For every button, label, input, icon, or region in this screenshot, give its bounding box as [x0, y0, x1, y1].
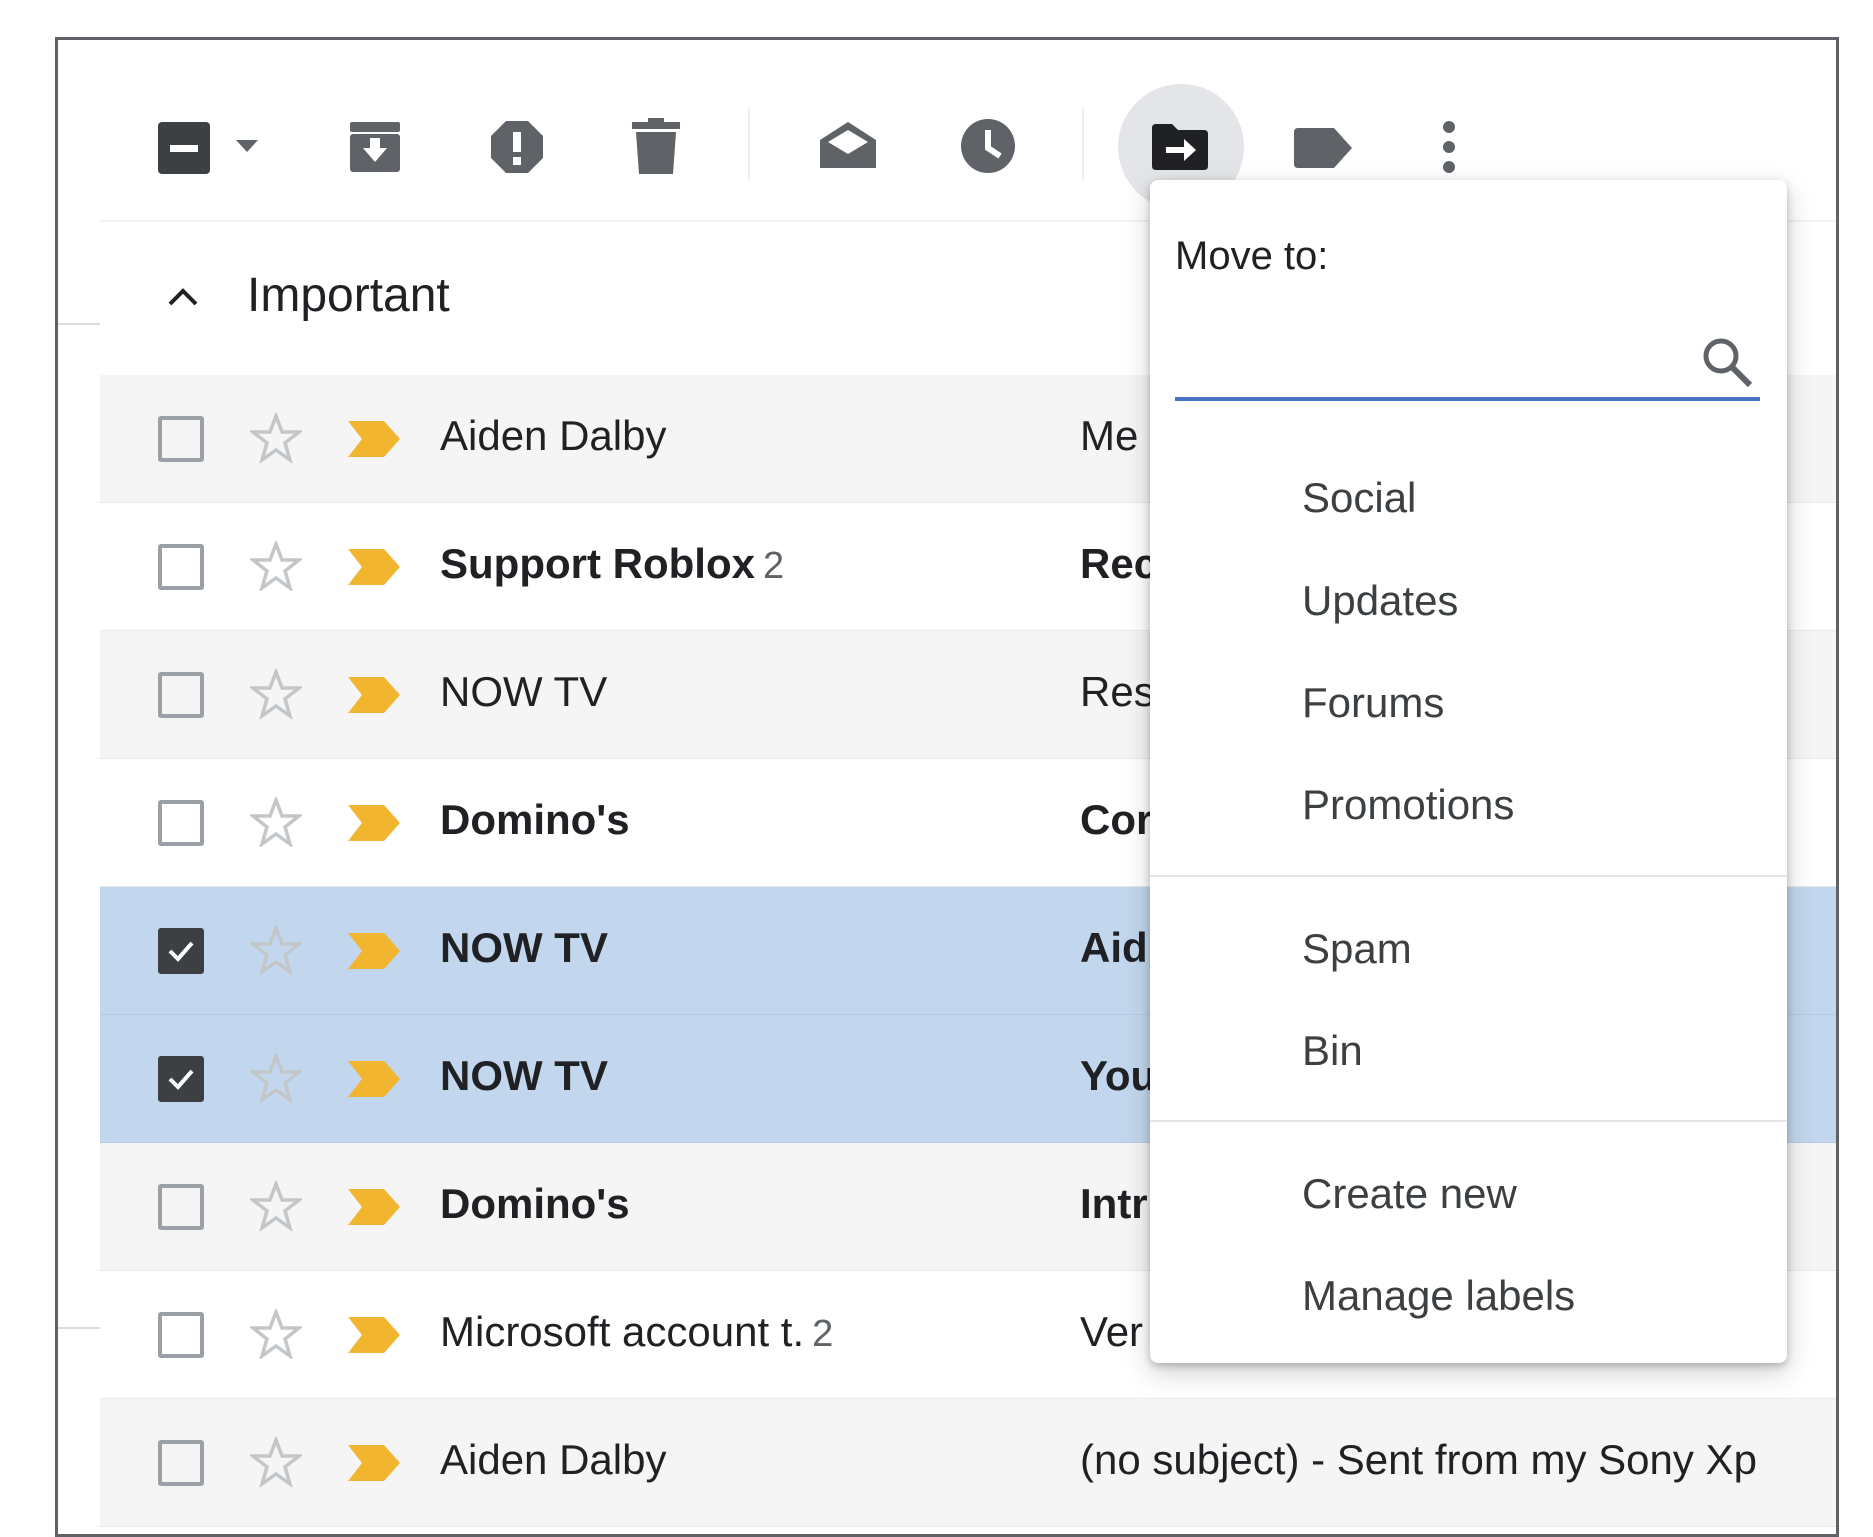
- row-checkbox[interactable]: [158, 1440, 204, 1486]
- star-icon[interactable]: [247, 539, 305, 596]
- menu-item-social[interactable]: Social: [1150, 452, 1787, 548]
- row-checkbox[interactable]: [158, 1184, 204, 1230]
- section-title: Important: [247, 269, 450, 322]
- delete-icon[interactable]: [632, 118, 680, 174]
- toolbar-divider: [1082, 108, 1084, 180]
- menu-divider: [1150, 875, 1787, 877]
- divider: [58, 1327, 100, 1329]
- email-subject: Intr: [1080, 1180, 1148, 1227]
- email-sender: Domino's: [440, 1180, 630, 1228]
- email-sender: NOW TV: [440, 924, 608, 972]
- move-to-icon[interactable]: [1152, 124, 1208, 170]
- sender-name: Domino's: [440, 796, 630, 843]
- star-icon[interactable]: [247, 1435, 305, 1492]
- star-icon[interactable]: [247, 1179, 305, 1236]
- label-search-input[interactable]: [1175, 335, 1659, 389]
- importance-marker-icon[interactable]: [348, 1317, 400, 1358]
- email-sender: Aiden Dalby: [440, 412, 666, 460]
- sender-name: Support Roblox: [440, 540, 755, 587]
- menu-search-field: [1175, 325, 1760, 401]
- email-row[interactable]: Aiden Dalby (no subject) - Sent from my S…: [100, 1399, 1836, 1527]
- importance-marker-icon[interactable]: [348, 677, 400, 718]
- sender-name: Microsoft account t.: [440, 1308, 805, 1355]
- menu-title: Move to:: [1175, 234, 1329, 278]
- mark-as-read-icon[interactable]: [820, 120, 876, 170]
- more-options-icon[interactable]: [1442, 120, 1456, 174]
- row-checkbox[interactable]: [158, 928, 204, 974]
- email-subject: Res: [1080, 668, 1155, 715]
- menu-item-promotions[interactable]: Promotions: [1150, 759, 1787, 855]
- star-icon[interactable]: [247, 795, 305, 852]
- sender-name: NOW TV: [440, 668, 608, 715]
- sender-name: NOW TV: [440, 1052, 608, 1099]
- sender-name: Domino's: [440, 1180, 630, 1227]
- label-icon[interactable]: [1294, 128, 1352, 168]
- importance-marker-icon[interactable]: [348, 421, 400, 462]
- menu-divider: [1150, 1120, 1787, 1122]
- thread-count: 2: [812, 1313, 834, 1355]
- sender-name: NOW TV: [440, 924, 608, 971]
- select-checkbox-icon[interactable]: [158, 122, 210, 174]
- menu-item-spam[interactable]: Spam: [1150, 903, 1787, 999]
- archive-icon[interactable]: [348, 120, 402, 174]
- email-subject: Cor: [1080, 796, 1153, 843]
- email-sender: Support Roblox 2: [440, 540, 784, 588]
- menu-item-bin[interactable]: Bin: [1150, 1005, 1787, 1101]
- divider: [58, 323, 100, 325]
- dropdown-arrow-icon[interactable]: [236, 140, 258, 154]
- snooze-icon[interactable]: [960, 118, 1016, 174]
- gmail-window: Important Aiden DalbyMeifSupport Roblox2…: [55, 37, 1839, 1537]
- importance-marker-icon[interactable]: [348, 805, 400, 846]
- importance-marker-icon[interactable]: [348, 1061, 400, 1102]
- report-spam-icon[interactable]: [490, 120, 544, 174]
- star-icon[interactable]: [247, 1307, 305, 1364]
- star-icon[interactable]: [247, 923, 305, 980]
- importance-marker-icon[interactable]: [348, 1445, 400, 1486]
- star-icon[interactable]: [247, 1051, 305, 1108]
- importance-marker-icon[interactable]: [348, 549, 400, 590]
- importance-marker-icon[interactable]: [348, 1189, 400, 1230]
- email-subject: Aid: [1080, 924, 1148, 971]
- checkmark-icon: [168, 1069, 194, 1090]
- importance-marker-icon[interactable]: [348, 933, 400, 974]
- email-subject: You: [1080, 1052, 1157, 1099]
- email-sender: NOW TV: [440, 668, 607, 716]
- move-to-menu: Move to: Social Updates Forums Promotion…: [1150, 180, 1787, 1363]
- row-checkbox[interactable]: [158, 672, 204, 718]
- menu-item-updates[interactable]: Updates: [1150, 555, 1787, 651]
- chevron-up-icon[interactable]: [168, 288, 198, 311]
- row-checkbox[interactable]: [158, 416, 204, 462]
- menu-item-create-new[interactable]: Create new: [1150, 1148, 1787, 1244]
- row-checkbox[interactable]: [158, 800, 204, 846]
- email-sender: Aiden Dalby: [440, 1436, 666, 1484]
- email-subject: Rec: [1080, 540, 1158, 587]
- sender-name: Aiden Dalby: [440, 412, 667, 459]
- email-subject: (no subject) - Sent from my Sony Xp: [1080, 1436, 1757, 1483]
- email-sender: NOW TV: [440, 1052, 608, 1100]
- checkmark-icon: [168, 941, 194, 962]
- search-icon[interactable]: [1700, 335, 1754, 394]
- row-checkbox[interactable]: [158, 1056, 204, 1102]
- star-icon[interactable]: [247, 411, 305, 468]
- toolbar-divider: [748, 108, 750, 180]
- menu-item-manage-labels[interactable]: Manage labels: [1150, 1250, 1787, 1346]
- email-sender: Microsoft account t. 2: [440, 1308, 833, 1356]
- email-subject: Me: [1080, 412, 1139, 459]
- row-checkbox[interactable]: [158, 1312, 204, 1358]
- thread-count: 2: [762, 545, 785, 587]
- menu-item-forums[interactable]: Forums: [1150, 657, 1787, 753]
- star-icon[interactable]: [247, 667, 305, 724]
- email-sender: Domino's: [440, 796, 630, 844]
- email-subject: Ver: [1080, 1308, 1144, 1355]
- sender-name: Aiden Dalby: [440, 1436, 667, 1483]
- row-checkbox[interactable]: [158, 544, 204, 590]
